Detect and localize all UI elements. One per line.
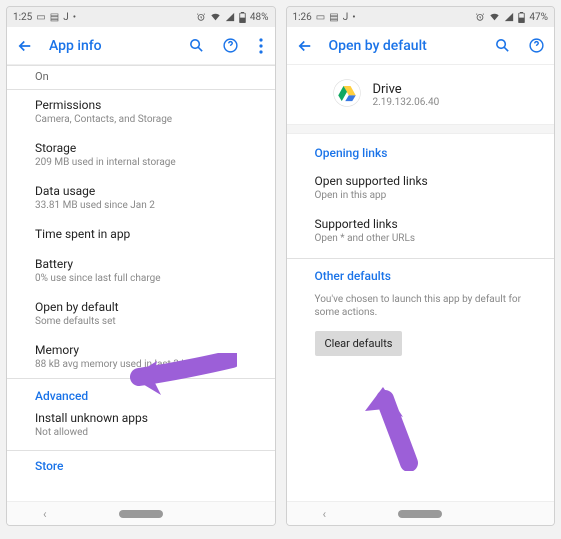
row-permissions[interactable]: Permissions Camera, Contacts, and Storag… bbox=[7, 90, 275, 133]
battery-icon bbox=[239, 12, 246, 23]
phone-right-open-by-default: 1:26 ▭ ▤ J • 47% Open by default bbox=[286, 6, 556, 526]
row-battery[interactable]: Battery 0% use since last full charge bbox=[7, 249, 275, 292]
help-icon[interactable] bbox=[526, 36, 546, 56]
store-link[interactable]: Store bbox=[7, 451, 275, 479]
signal-icon bbox=[504, 12, 514, 22]
page-title: App info bbox=[49, 38, 173, 54]
row-open-by-default[interactable]: Open by default Some defaults set bbox=[7, 292, 275, 335]
row-open-supported-links[interactable]: Open supported links Open in this app bbox=[287, 166, 555, 209]
app-version: 2.19.132.06.40 bbox=[373, 97, 440, 108]
open-supported-sub: Open in this app bbox=[315, 190, 539, 201]
status-time: 1:26 bbox=[293, 12, 312, 23]
wifi-icon bbox=[210, 12, 221, 22]
notif-sms-icon: ▤ bbox=[329, 12, 338, 23]
opening-links-header: Opening links bbox=[287, 134, 555, 166]
notif-dot-icon: • bbox=[73, 12, 76, 23]
row-data-usage[interactable]: Data usage 33.81 MB used since Jan 2 bbox=[7, 176, 275, 219]
back-icon[interactable] bbox=[15, 36, 35, 56]
row-time-in-app[interactable]: Time spent in app bbox=[7, 219, 275, 249]
back-icon[interactable] bbox=[295, 36, 315, 56]
notif-sms-icon: ▤ bbox=[50, 12, 59, 23]
data-label: Data usage bbox=[35, 184, 259, 198]
drive-app-icon bbox=[333, 79, 361, 110]
alarm-icon bbox=[475, 12, 485, 22]
permissions-label: Permissions bbox=[35, 98, 259, 112]
notif-letter-icon: J bbox=[343, 12, 349, 23]
nav-bar: ‹ bbox=[287, 501, 555, 525]
phone-left-app-info: 1:25 ▭ ▤ J • 48% App info O bbox=[6, 6, 276, 526]
app-header: Drive 2.19.132.06.40 bbox=[287, 65, 555, 124]
other-defaults-header: Other defaults bbox=[287, 259, 555, 289]
help-icon[interactable] bbox=[221, 36, 241, 56]
alarm-icon bbox=[196, 12, 206, 22]
storage-label: Storage bbox=[35, 141, 259, 155]
nav-bar: ‹ bbox=[7, 501, 275, 525]
open-default-content: Drive 2.19.132.06.40 Opening links Open … bbox=[287, 65, 555, 501]
status-time: 1:25 bbox=[13, 12, 32, 23]
overflow-icon[interactable] bbox=[255, 36, 267, 56]
notif-chat-icon: ▭ bbox=[316, 12, 325, 23]
signal-icon bbox=[225, 12, 235, 22]
open-default-label: Open by default bbox=[35, 300, 259, 314]
app-bar: Open by default bbox=[287, 27, 555, 65]
app-name: Drive bbox=[373, 82, 440, 97]
section-gap bbox=[287, 124, 555, 134]
row-memory[interactable]: Memory 88 kB avg memory used in last 3 h… bbox=[7, 335, 275, 378]
memory-label: Memory bbox=[35, 343, 259, 357]
annotation-arrow-icon bbox=[351, 381, 441, 471]
notif-chat-icon: ▭ bbox=[36, 12, 45, 23]
battery-icon bbox=[518, 12, 525, 23]
notif-letter-icon: J bbox=[63, 12, 69, 23]
open-default-sub: Some defaults set bbox=[35, 316, 259, 327]
battery-percent: 47% bbox=[529, 12, 548, 23]
settings-list: On Permissions Camera, Contacts, and Sto… bbox=[7, 65, 275, 501]
open-supported-label: Open supported links bbox=[315, 174, 539, 188]
search-icon[interactable] bbox=[187, 36, 207, 56]
battery-percent: 48% bbox=[250, 12, 269, 23]
unknown-label: Install unknown apps bbox=[35, 411, 259, 425]
unknown-sub: Not allowed bbox=[35, 427, 259, 438]
data-sub: 33.81 MB used since Jan 2 bbox=[35, 200, 259, 211]
nav-back-icon[interactable]: ‹ bbox=[323, 507, 327, 521]
supported-label: Supported links bbox=[315, 217, 539, 231]
defaults-note: You've chosen to launch this app by defa… bbox=[287, 289, 555, 323]
battery-sub: 0% use since last full charge bbox=[35, 273, 259, 284]
time-label: Time spent in app bbox=[35, 227, 259, 241]
nav-home-pill[interactable] bbox=[398, 510, 442, 518]
status-bar: 1:26 ▭ ▤ J • 47% bbox=[287, 7, 555, 27]
page-title: Open by default bbox=[329, 38, 479, 54]
permissions-sub: Camera, Contacts, and Storage bbox=[35, 114, 259, 125]
search-icon[interactable] bbox=[492, 36, 512, 56]
row-install-unknown[interactable]: Install unknown apps Not allowed bbox=[7, 409, 275, 446]
row-storage[interactable]: Storage 209 MB used in internal storage bbox=[7, 133, 275, 176]
battery-label: Battery bbox=[35, 257, 259, 271]
app-bar: App info bbox=[7, 27, 275, 65]
nav-home-pill[interactable] bbox=[119, 510, 163, 518]
advanced-link[interactable]: Advanced bbox=[7, 379, 275, 409]
memory-sub: 88 kB avg memory used in last 3 hours bbox=[35, 359, 259, 370]
row-on: On bbox=[7, 66, 275, 89]
status-bar: 1:25 ▭ ▤ J • 48% bbox=[7, 7, 275, 27]
supported-sub: Open * and other URLs bbox=[315, 233, 539, 244]
row-supported-links[interactable]: Supported links Open * and other URLs bbox=[287, 209, 555, 252]
clear-defaults-button[interactable]: Clear defaults bbox=[315, 331, 403, 356]
on-label: On bbox=[35, 70, 259, 83]
storage-sub: 209 MB used in internal storage bbox=[35, 157, 259, 168]
notif-dot-icon: • bbox=[352, 12, 355, 23]
wifi-icon bbox=[489, 12, 500, 22]
nav-back-icon[interactable]: ‹ bbox=[43, 507, 47, 521]
